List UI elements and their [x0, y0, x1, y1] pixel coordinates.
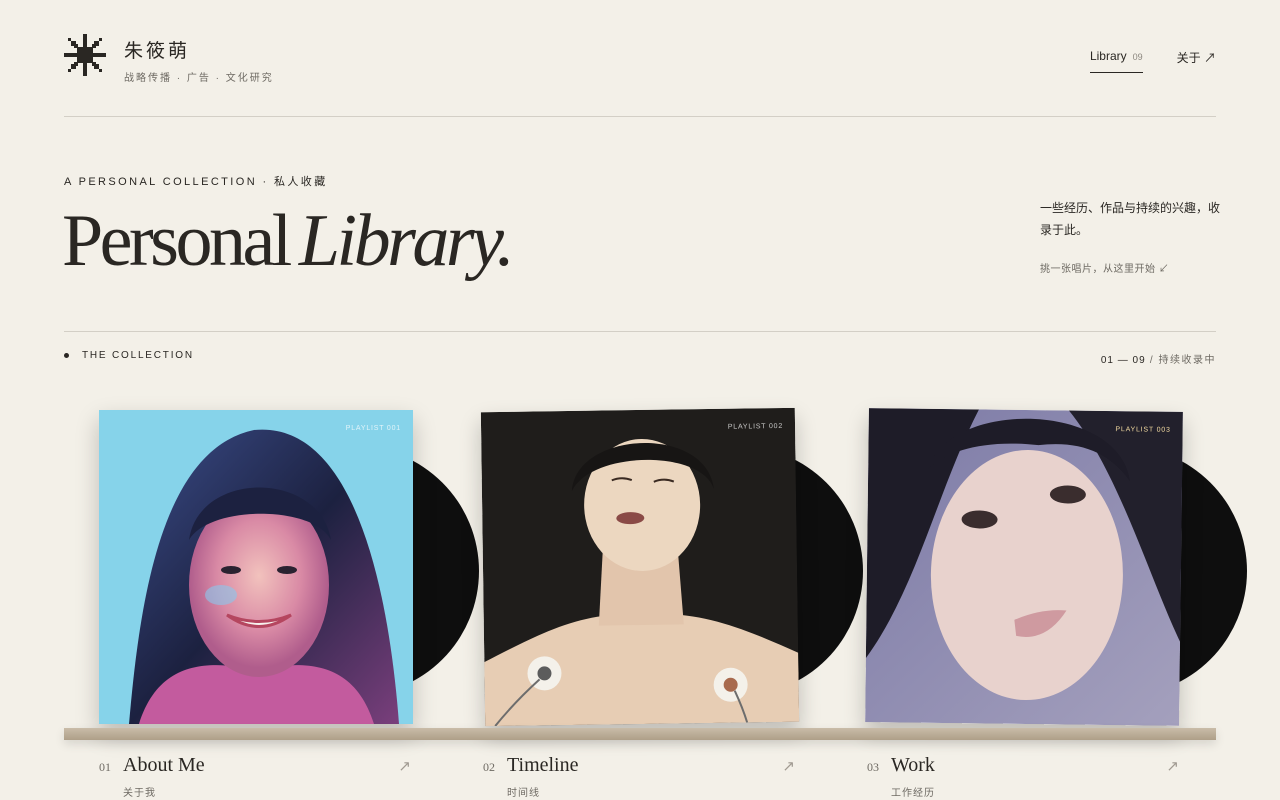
nav-library-label: Library	[1089, 49, 1127, 63]
record-subtitle: 关于我	[123, 788, 156, 799]
record-card-timeline[interactable]: PLAYLIST 002	[480, 407, 863, 727]
arrow-up-right-icon[interactable]: ↗	[1166, 757, 1179, 775]
top-nav: Library 09 关于 ↗	[1089, 49, 1216, 73]
starburst-logo-icon[interactable]	[64, 34, 106, 76]
record-card-about-me[interactable]: PLAYLIST 001	[99, 410, 479, 726]
collection-count: 01 — 09 / 持续收录中	[1101, 351, 1216, 366]
record-number: 03	[867, 760, 879, 774]
arrow-up-right-icon[interactable]: ↗	[398, 757, 411, 775]
record-shelf	[64, 728, 1216, 740]
album-cover-3[interactable]: PLAYLIST 003	[865, 408, 1183, 726]
brand-subtitle: 战略传播 · 广告 · 文化研究	[124, 73, 274, 84]
page-title-regular: Personal	[62, 200, 292, 282]
collection-label: THE COLLECTION	[64, 350, 194, 361]
hero-intro: 一些经历、作品与持续的兴趣，收录于此。	[1040, 201, 1221, 237]
nav-about-link[interactable]: 关于 ↗	[1177, 49, 1216, 66]
portrait-cover-art-2	[480, 407, 800, 727]
site-header: 朱筱萌 战略传播 · 广告 · 文化研究 Library 09 关于 ↗	[64, 30, 1216, 117]
record-card-work[interactable]: PLAYLIST 003	[865, 408, 1247, 726]
start-hint-link[interactable]: 挑一张唱片，从这里开始 ↙	[1040, 260, 1169, 275]
portrait-cover-art-1	[99, 410, 413, 724]
page-title: Personal Library.	[62, 204, 515, 278]
collection-range: 01 — 09	[1100, 355, 1146, 366]
record-number: 02	[483, 760, 495, 774]
record-subtitle: 时间线	[507, 788, 540, 799]
page-title-italic: Library.	[298, 200, 515, 282]
record-title[interactable]: About Me	[123, 754, 205, 777]
album-cover-2[interactable]: PLAYLIST 002	[480, 407, 800, 727]
nav-library-count: 09	[1132, 52, 1143, 62]
playlist-tag: PLAYLIST 003	[1115, 426, 1171, 434]
collection-status: 持续收录中	[1158, 355, 1216, 366]
portrait-cover-art-3	[865, 408, 1183, 726]
playlist-tag: PLAYLIST 002	[727, 422, 784, 431]
record-subtitle: 工作经历	[891, 788, 935, 799]
record-number: 01	[99, 760, 111, 774]
record-title[interactable]: Work	[891, 754, 935, 777]
record-title[interactable]: Timeline	[507, 754, 579, 777]
section-divider	[64, 331, 1216, 332]
collection-range-sep: /	[1145, 355, 1159, 366]
bullet-dot-icon	[64, 353, 69, 358]
arrow-up-right-icon[interactable]: ↗	[782, 757, 795, 775]
collection-label-text: THE COLLECTION	[82, 350, 194, 361]
album-cover-1[interactable]: PLAYLIST 001	[99, 410, 413, 724]
brand-name[interactable]: 朱筱萌	[124, 36, 190, 63]
hero-eyebrow: A PERSONAL COLLECTION · 私人收藏	[64, 176, 328, 188]
playlist-tag: PLAYLIST 001	[345, 425, 401, 432]
nav-library-link[interactable]: Library 09	[1089, 49, 1143, 73]
